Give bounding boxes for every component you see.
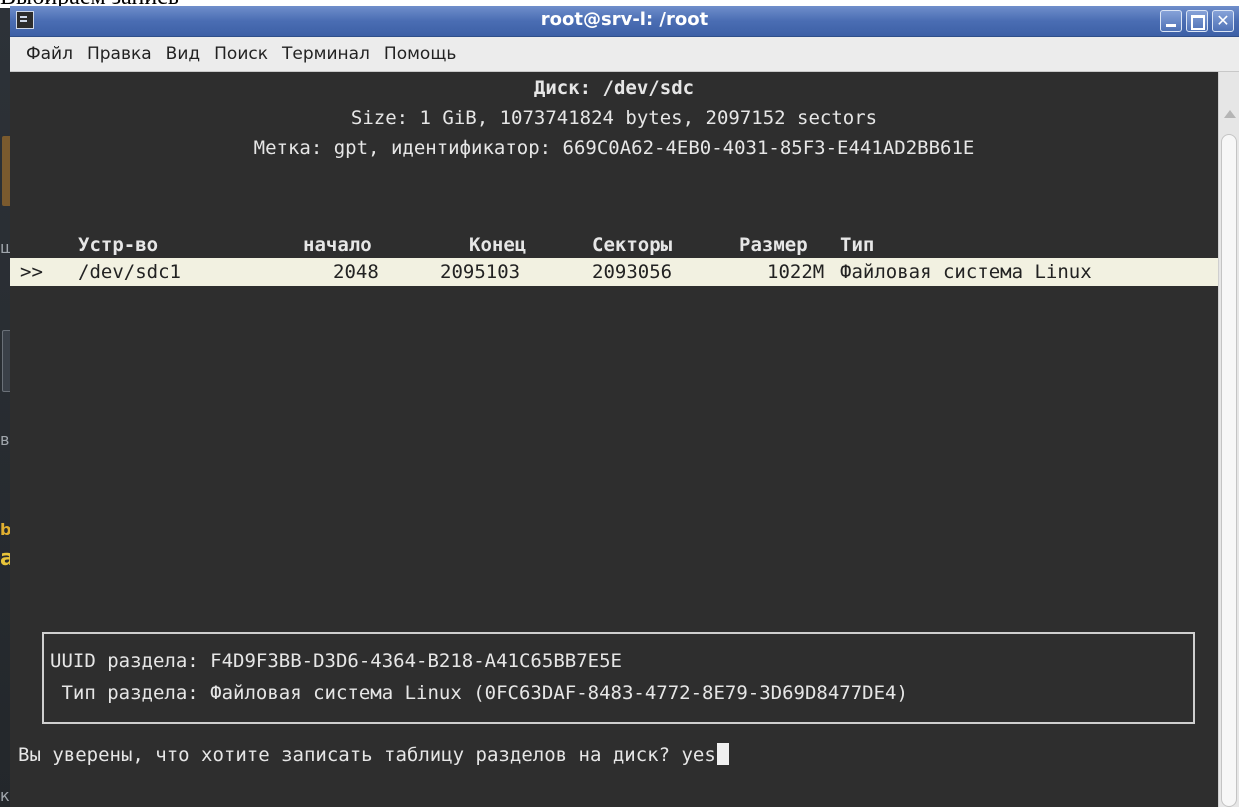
partition-size: 1022M: [767, 261, 825, 283]
column-type: Тип: [840, 234, 875, 256]
disk-title: Диск: /dev/sdc: [533, 77, 695, 99]
partition-info-box: UUID раздела: F4D9F3BB-D3D6-4364-B218-A4…: [42, 632, 1195, 724]
column-device: Устр-во: [78, 234, 159, 256]
disk-size-line: Size: 1 GiB, 1073741824 bytes, 2097152 s…: [350, 107, 878, 129]
prompt-text: Вы уверены, что хотите записать таблицу …: [18, 744, 682, 766]
maximize-button[interactable]: [1186, 10, 1208, 32]
partition-table-header: Устр-во начало Конец Секторы Размер Тип: [10, 232, 1218, 258]
terminal-window: root@srv-l: /root ✕ Файл Правка Вид Поис…: [10, 6, 1239, 807]
write-confirm-prompt[interactable]: Вы уверены, что хотите записать таблицу …: [18, 742, 729, 768]
partition-sectors: 2093056: [592, 261, 673, 283]
close-button[interactable]: ✕: [1212, 10, 1234, 32]
vertical-scrollbar[interactable]: [1218, 72, 1239, 807]
partition-start: 2048: [333, 261, 379, 283]
menu-edit[interactable]: Правка: [80, 44, 159, 64]
terminal-output[interactable]: Диск: /dev/sdc Size: 1 GiB, 1073741824 b…: [10, 72, 1218, 807]
menu-file[interactable]: Файл: [10, 44, 80, 64]
menu-view[interactable]: Вид: [159, 44, 207, 64]
window-title: root@srv-l: /root: [540, 9, 709, 30]
prompt-input[interactable]: yes: [681, 744, 715, 766]
scrollbar-thumb[interactable]: [1221, 134, 1237, 807]
partition-type: Файловая система Linux: [840, 261, 1092, 283]
column-end: Конец: [469, 234, 527, 256]
column-sectors: Секторы: [592, 234, 673, 256]
column-start: начало: [303, 234, 372, 256]
text-cursor: [716, 743, 729, 765]
minimize-button[interactable]: [1160, 10, 1182, 32]
partition-type-info: Тип раздела: Файловая система Linux (0FC…: [50, 682, 908, 704]
partition-end: 2095103: [440, 261, 521, 283]
window-titlebar[interactable]: root@srv-l: /root ✕: [10, 6, 1239, 37]
partition-device: /dev/sdc1: [78, 261, 181, 283]
column-size: Размер: [739, 234, 808, 256]
scroll-up-arrow-icon[interactable]: [1224, 110, 1236, 118]
menu-terminal[interactable]: Терминал: [275, 44, 377, 64]
menu-help[interactable]: Помощь: [377, 44, 463, 64]
disk-label-line: Метка: gpt, идентификатор: 669C0A62-4EB0…: [253, 137, 975, 159]
selection-marker: >>: [20, 261, 43, 283]
partition-row-selected[interactable]: >> /dev/sdc1 2048 2095103 2093056 1022M …: [10, 258, 1218, 286]
menu-search[interactable]: Поиск: [207, 44, 275, 64]
menu-bar: Файл Правка Вид Поиск Терминал Помощь: [10, 37, 1239, 72]
partition-uuid: UUID раздела: F4D9F3BB-D3D6-4364-B218-A4…: [50, 650, 622, 672]
